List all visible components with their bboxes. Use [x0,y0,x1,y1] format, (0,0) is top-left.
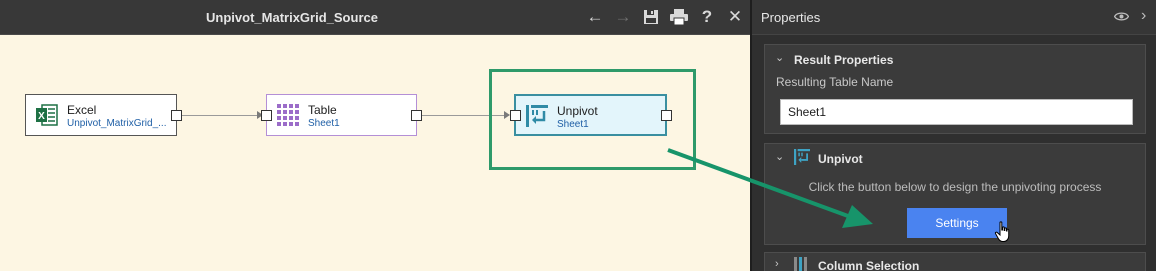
column-selection-header[interactable]: › Column Selection [765,253,1145,271]
table-input-port[interactable] [261,110,272,121]
table-node[interactable]: Table Sheet1 [266,94,417,136]
unpivot-section-title: Unpivot [818,152,863,166]
hand-cursor-icon [994,221,1010,242]
result-properties-header[interactable]: ⌄ Result Properties [765,45,1145,73]
close-icon: ✕ [727,7,743,26]
unpivot-section: ⌄ Unpivot Click the button below to desi… [764,143,1146,245]
save-icon [644,10,658,24]
column-selection-icon [794,257,807,271]
chevron-down-icon: ⌄ [775,52,785,64]
table-output-port[interactable] [411,110,422,121]
print-icon [670,9,688,25]
properties-title: Properties [761,10,821,25]
help-button[interactable]: ? [696,6,718,28]
save-button[interactable] [640,6,662,28]
properties-panel: Properties › ⌄ Result Properties Resulti… [752,0,1156,271]
result-properties-title: Result Properties [794,53,894,67]
excel-node-name: Excel [67,103,97,117]
forward-arrow-icon: → [614,7,632,26]
column-selection-title: Column Selection [818,259,920,271]
highlight-box [489,69,696,170]
eye-icon[interactable] [1114,11,1129,22]
canvas-title: Unpivot_MatrixGrid_Source [206,10,378,25]
excel-node[interactable]: X Excel Unpivot_MatrixGrid_... [25,94,177,136]
excel-output-port[interactable] [171,110,182,121]
unpivot-info-text: Click the button below to design the unp… [808,180,1102,194]
help-icon: ? [701,7,713,26]
chevron-down-icon: ⌄ [775,151,785,163]
properties-header: Properties › [752,0,1156,35]
chevron-right-icon: › [775,258,779,270]
unpivot-icon [794,149,810,165]
svg-text:X: X [38,111,45,122]
print-button[interactable] [668,6,690,28]
resulting-table-name-label: Resulting Table Name [776,75,894,89]
table-grid-icon [277,104,299,126]
table-node-source: Sheet1 [308,118,340,129]
excel-node-source: Unpivot_MatrixGrid_... [67,118,167,129]
resulting-table-name-input[interactable] [780,99,1133,125]
table-node-name: Table [308,103,337,117]
forward-button[interactable]: → [612,6,634,28]
panel-expand-icon[interactable]: › [1141,7,1146,25]
settings-button[interactable]: Settings [907,208,1007,238]
close-button[interactable]: ✕ [724,6,746,28]
canvas-title-bar: Unpivot_MatrixGrid_Source ← → ? ✕ [0,0,750,35]
excel-icon: X [36,104,58,126]
connector-line [182,115,257,116]
unpivot-section-header[interactable]: ⌄ Unpivot [765,144,1145,172]
back-arrow-icon: ← [586,7,604,26]
column-selection-section: › Column Selection [764,252,1146,271]
back-button[interactable]: ← [584,6,606,28]
